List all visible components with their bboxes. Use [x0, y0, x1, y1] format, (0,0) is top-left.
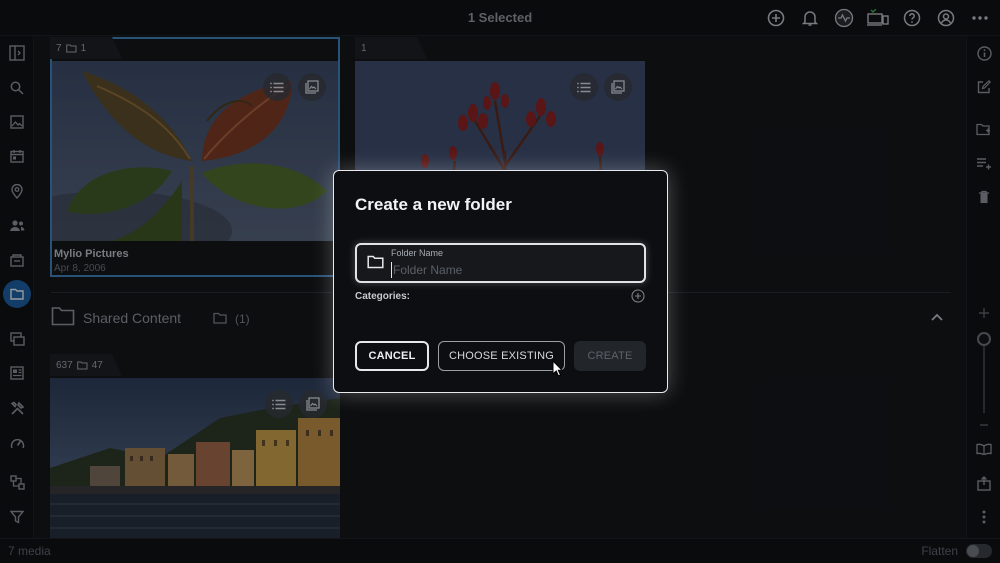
categories-label: Categories: [355, 291, 411, 302]
folder-name-label: Folder Name [391, 248, 444, 258]
cancel-button[interactable]: CANCEL [355, 341, 429, 371]
folder-name-input[interactable] [391, 262, 631, 278]
create-button[interactable]: CREATE [574, 341, 646, 371]
folder-icon [367, 255, 384, 269]
app-window: 1 Selected 7 1 Mylio Pictures Apr 8, 200… [0, 0, 1000, 563]
create-folder-dialog: Create a new folder Folder Name Categori… [333, 170, 668, 393]
add-category-icon[interactable] [631, 289, 645, 303]
folder-name-field[interactable]: Folder Name [355, 243, 646, 283]
choose-existing-button[interactable]: CHOOSE EXISTING [438, 341, 565, 371]
dialog-title: Create a new folder [355, 195, 512, 214]
mouse-cursor-icon [552, 360, 564, 377]
